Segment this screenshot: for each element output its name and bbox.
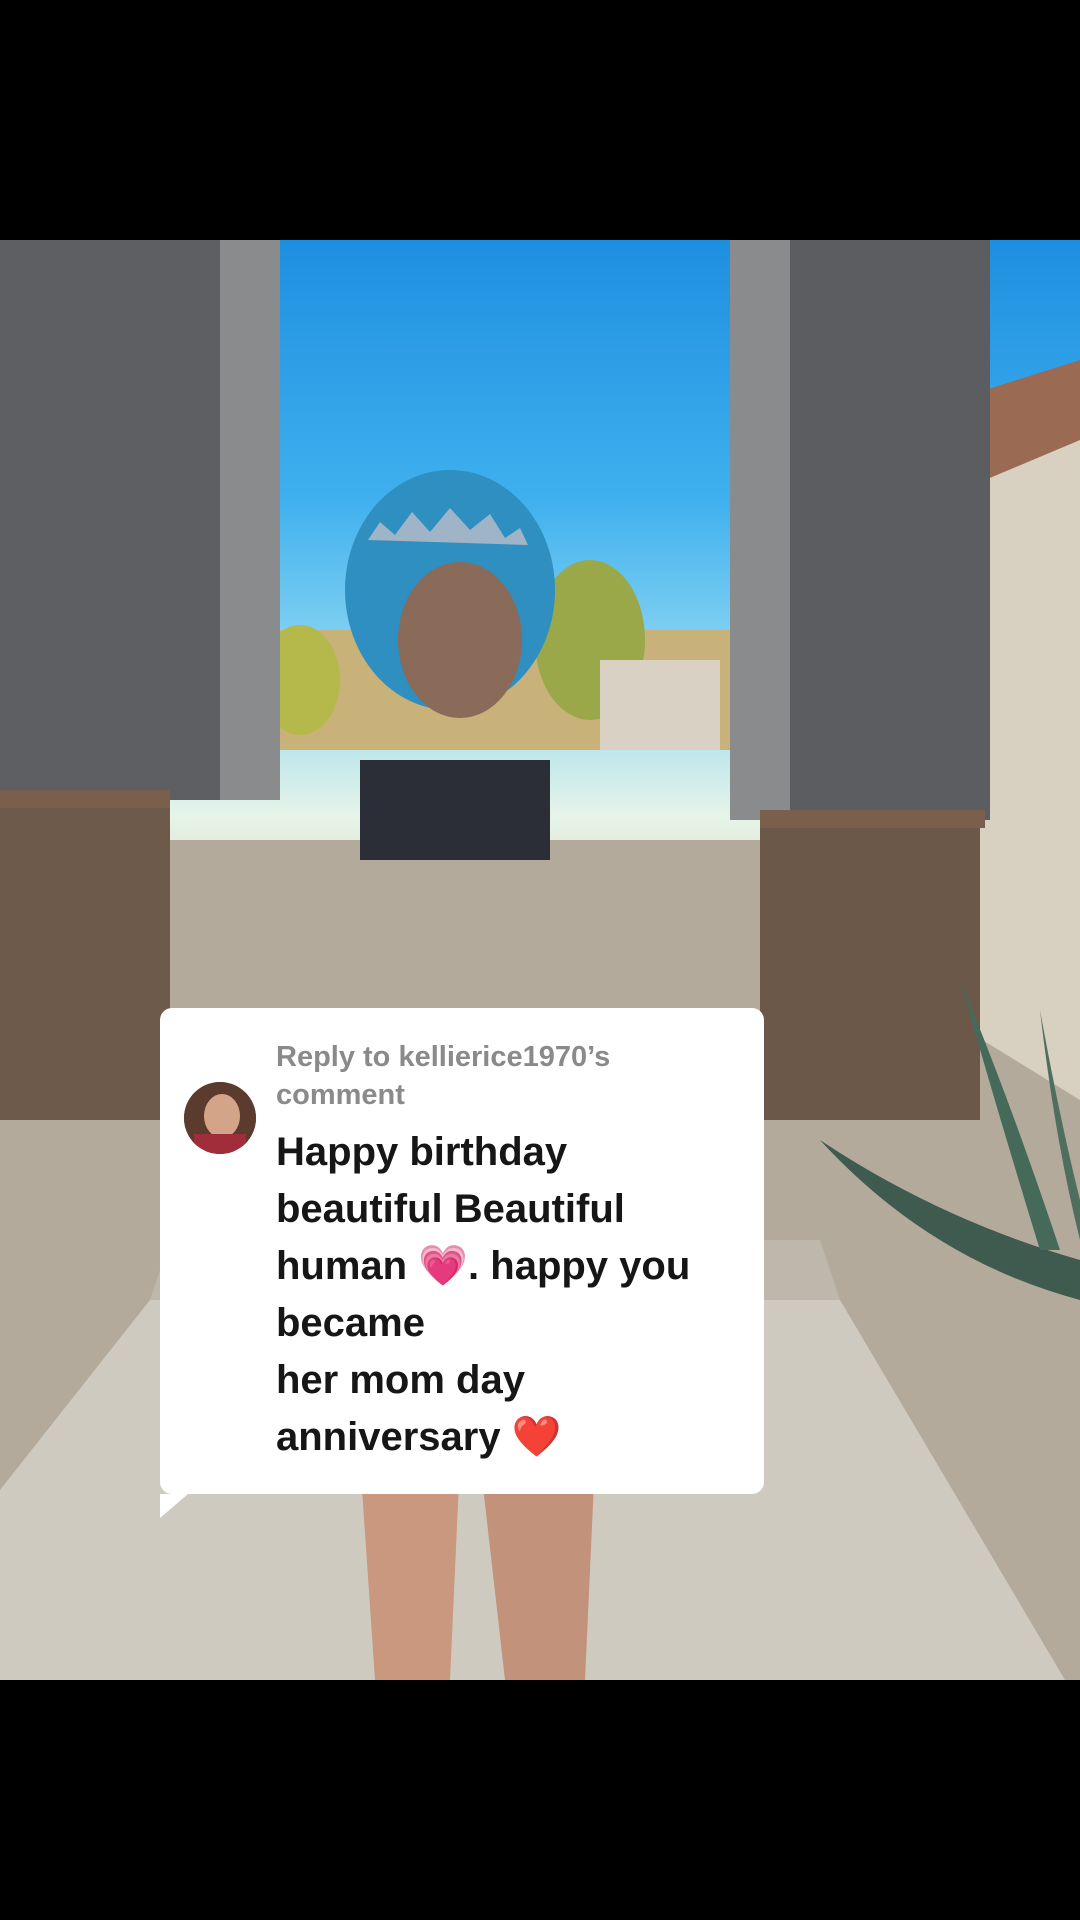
commenter-avatar[interactable] xyxy=(184,1082,256,1154)
letterbox-top xyxy=(0,0,1080,240)
letterbox-bottom xyxy=(0,1680,1080,1920)
video-frame[interactable]: Reply to kellierice1970’s comment Happy … xyxy=(0,240,1080,1680)
reply-comment-card[interactable]: Reply to kellierice1970’s comment Happy … xyxy=(160,1008,764,1518)
reply-to-comment-header: Reply to kellierice1970’s comment xyxy=(276,1041,611,1111)
comment-text: Happy birthday beautiful Beautiful human… xyxy=(276,1130,691,1459)
avatar-portrait-icon xyxy=(184,1082,256,1154)
